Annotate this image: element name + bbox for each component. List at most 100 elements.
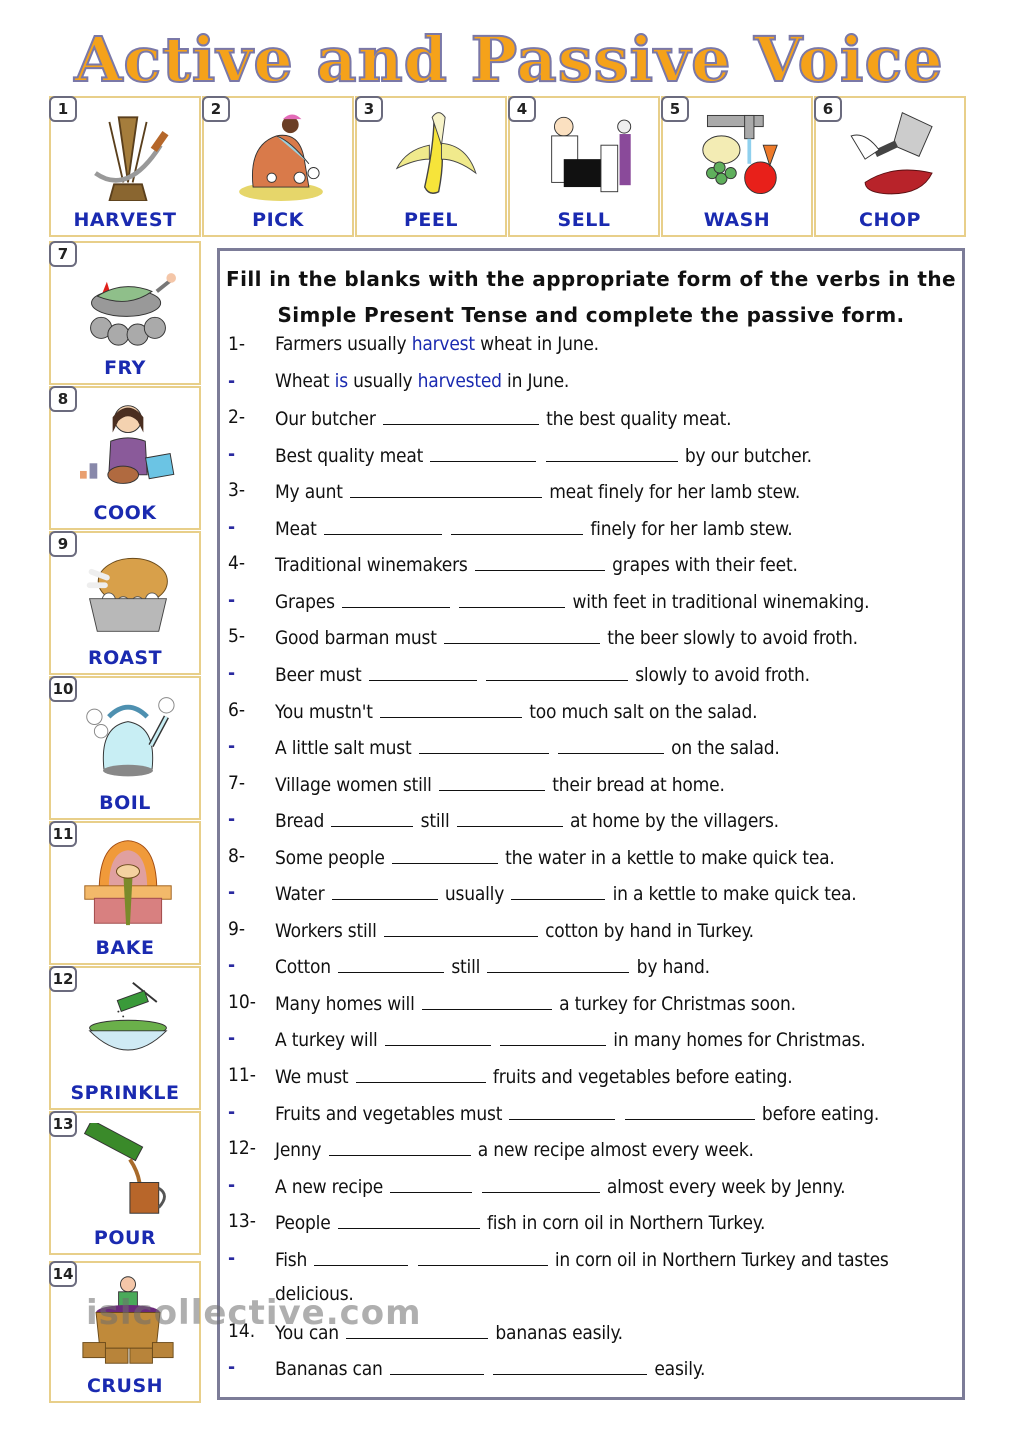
text-segment: the beer slowly to avoid froth.	[601, 627, 858, 650]
answer-blank[interactable]	[383, 918, 538, 937]
text-segment: Good barman must	[275, 627, 442, 650]
answer-blank[interactable]	[349, 479, 542, 499]
answer-blank[interactable]	[337, 1210, 480, 1230]
answer-blank[interactable]	[418, 735, 549, 755]
answer-blank[interactable]	[500, 1027, 607, 1047]
card-label: CRUSH	[86, 1375, 164, 1397]
answer-blank[interactable]	[391, 845, 498, 864]
line-marker: -	[228, 1246, 236, 1269]
text-segment: Wheat	[275, 369, 335, 392]
line-marker: -	[228, 954, 236, 977]
text-segment	[551, 737, 556, 759]
text-segment	[486, 1358, 491, 1380]
card-label: COOK	[93, 502, 157, 524]
answer-blank[interactable]	[451, 516, 584, 535]
answer-blank[interactable]	[382, 406, 539, 426]
line-marker: -	[228, 515, 236, 538]
line-text: You mustn't too much salt on the salad.	[275, 699, 758, 723]
answer-blank[interactable]	[485, 662, 628, 681]
answer-blank[interactable]	[421, 991, 552, 1010]
text-segment	[474, 1176, 479, 1198]
text-segment: fruits and vegetables before eating.	[487, 1066, 793, 1088]
answer-blank[interactable]	[438, 772, 545, 791]
line-marker: -	[228, 808, 236, 831]
answer-blank[interactable]	[459, 589, 566, 608]
line-text: Wheat is usually harvested in June.	[275, 370, 569, 392]
text-segment: the water in a kettle to make quick tea.	[499, 846, 835, 869]
answer-blank[interactable]	[338, 954, 445, 974]
answer-blank[interactable]	[545, 443, 678, 462]
answer-blank[interactable]	[323, 516, 442, 535]
line-marker: 5-	[228, 625, 246, 648]
verb-card-sell: 4 SELL	[508, 96, 660, 237]
text-segment: easily.	[649, 1358, 706, 1381]
text-segment: Fish	[275, 1248, 313, 1271]
line-text: Workers still cotton by hand in Turkey.	[275, 918, 754, 942]
verb-card-boil: 10 BOIL	[49, 676, 201, 820]
answer-blank[interactable]	[368, 662, 477, 681]
worksheet-title: Active and Passive Voice	[73, 22, 944, 97]
line-marker: -	[228, 1100, 236, 1123]
card-label: SPRINKLE	[70, 1082, 180, 1104]
line-marker: -	[228, 1173, 236, 1196]
answer-blank[interactable]	[456, 808, 563, 828]
answer-blank[interactable]	[487, 954, 630, 974]
line-text: Village women still their bread at home.	[275, 772, 725, 796]
text-segment: their bread at home.	[546, 773, 725, 796]
instructions: Fill in the blanks with the appropriate …	[220, 261, 962, 333]
answer-blank[interactable]	[379, 699, 522, 718]
line-text: Some people the water in a kettle to mak…	[275, 845, 835, 869]
card-label: FRY	[104, 357, 146, 379]
answer-blank[interactable]	[443, 625, 600, 645]
text-segment: Water	[275, 883, 330, 906]
line-marker: -	[228, 442, 236, 465]
instructions-line-1: Fill in the blanks with the appropriate …	[226, 267, 956, 291]
text-segment: cotton by hand in Turkey.	[539, 919, 754, 942]
answer-blank[interactable]	[511, 881, 606, 901]
verb-card-pick: 2 PICK	[202, 96, 354, 237]
line-text: Farmers usually harvest wheat in June.	[275, 333, 599, 355]
answer-blank[interactable]	[384, 1027, 491, 1047]
answer-blank[interactable]	[417, 1247, 548, 1266]
text-segment	[452, 591, 457, 613]
answer-blank[interactable]	[481, 1174, 600, 1193]
verb-card-pour: 13 POUR	[49, 1111, 201, 1255]
answer-blank[interactable]	[624, 1101, 755, 1120]
tap-vegetables-icon	[683, 108, 797, 201]
oven-icon	[71, 833, 185, 929]
answer-blank[interactable]	[430, 443, 537, 462]
card-label: BAKE	[95, 937, 155, 959]
answer-blank[interactable]	[331, 808, 414, 828]
answer-blank[interactable]	[342, 589, 451, 608]
line-text: Fruits and vegetables must before eating…	[275, 1101, 879, 1125]
answer-blank[interactable]	[493, 1356, 648, 1376]
text-segment: Jenny	[275, 1139, 327, 1162]
answer-blank[interactable]	[328, 1137, 471, 1157]
text-segment: in many homes for Christmas.	[608, 1029, 866, 1052]
verb-card-peel: 3 PEEL	[355, 96, 507, 237]
answer-blank[interactable]	[509, 1101, 616, 1120]
answer-blank[interactable]	[331, 881, 438, 901]
text-segment: Meat	[275, 517, 322, 540]
answer-blank[interactable]	[389, 1356, 484, 1376]
text-segment: Best quality meat	[275, 444, 429, 467]
line-marker: -	[228, 588, 236, 611]
line-text: Many homes will a turkey for Christmas s…	[275, 991, 796, 1015]
frying-pan-fish-icon	[71, 253, 185, 349]
text-segment: grapes with their feet.	[606, 554, 798, 577]
card-label: PICK	[252, 209, 304, 231]
beer-bottle-mug-icon	[71, 1119, 185, 1219]
answer-blank[interactable]	[474, 552, 605, 572]
text-segment: Village women still	[275, 773, 437, 796]
answer-blank[interactable]	[355, 1064, 486, 1083]
line-text: Good barman must the beer slowly to avoi…	[275, 625, 858, 649]
text-segment	[410, 1249, 415, 1271]
answer-blank[interactable]	[314, 1247, 409, 1266]
answer-blank[interactable]	[390, 1174, 473, 1193]
card-label: HARVEST	[73, 209, 177, 231]
text-segment: Bananas can	[275, 1358, 388, 1381]
text-segment	[493, 1029, 498, 1051]
answer-blank[interactable]	[557, 735, 664, 755]
text-segment: still	[446, 956, 486, 979]
line-marker: 13-	[228, 1210, 256, 1233]
